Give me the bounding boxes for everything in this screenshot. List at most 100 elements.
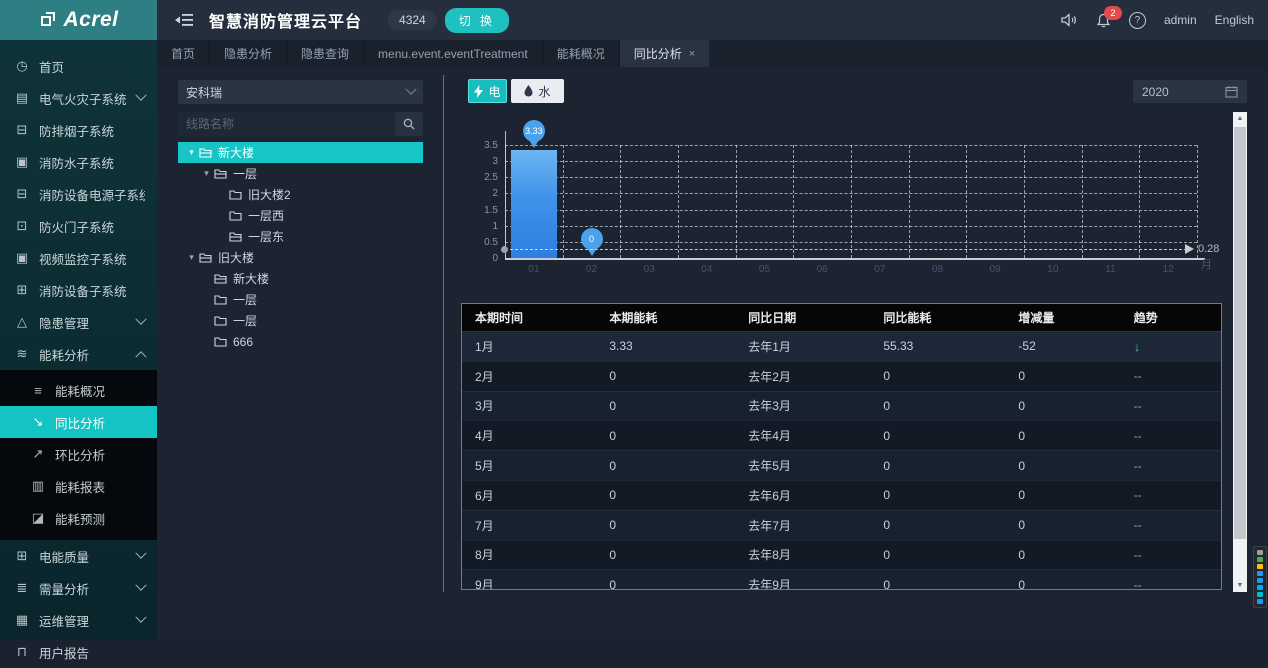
sidebar-item-防排烟子系统[interactable]: ⊟防排烟子系统 <box>0 114 157 146</box>
table-cell: 0 <box>870 459 1005 473</box>
folder-open-icon <box>199 147 212 158</box>
tree-node-666[interactable]: 666 <box>178 331 423 352</box>
search-input[interactable] <box>178 117 395 131</box>
language-switch[interactable]: English <box>1215 13 1254 27</box>
project-select[interactable]: 安科瑞 <box>178 80 423 104</box>
notification-count-badge: 2 <box>1104 6 1122 20</box>
column-header: 增减量 <box>1005 309 1120 326</box>
username[interactable]: admin <box>1164 13 1197 27</box>
indicator-dot <box>1257 550 1263 555</box>
sidebar-item-用户报告[interactable]: ⊓用户报告 <box>0 636 157 668</box>
tree-caret-icon[interactable]: ▾ <box>199 168 214 179</box>
table-row[interactable]: 6月0去年6月00-- <box>462 480 1221 510</box>
chart-gridline <box>966 145 967 258</box>
tab-隐患查询[interactable]: 隐患查询 <box>287 40 364 67</box>
collapse-sidebar-icon[interactable] <box>175 13 193 27</box>
forecast-icon: ◪ <box>30 510 46 526</box>
scrollbar-thumb[interactable] <box>1234 127 1246 539</box>
sidebar-item-电能质量[interactable]: ⊞电能质量 <box>0 540 157 572</box>
tree-node-一层西[interactable]: 一层西 <box>178 205 423 226</box>
sidebar-item-电气火灾子系统[interactable]: ▤电气火灾子系统 <box>0 82 157 114</box>
tab-能耗概况[interactable]: 能耗概况 <box>543 40 620 67</box>
sidebar-item-能耗报表[interactable]: ▥能耗报表 <box>0 470 157 502</box>
sidebar-item-label: 环比分析 <box>55 445 145 464</box>
tab-label: 隐患分析 <box>224 45 272 62</box>
sidebar-item-首页[interactable]: ◷首页 <box>0 50 157 82</box>
floating-indicator-widget[interactable] <box>1253 546 1267 608</box>
tab-label: 首页 <box>171 45 195 62</box>
close-tab-icon[interactable]: × <box>689 48 695 60</box>
sidebar-item-消防水子系统[interactable]: ▣消防水子系统 <box>0 146 157 178</box>
fire-water-icon: ▣ <box>14 154 30 170</box>
tab-同比分析[interactable]: 同比分析× <box>620 40 710 67</box>
tree-node-label: 一层 <box>233 312 257 329</box>
sidebar-item-能耗概况[interactable]: ≡能耗概况 <box>0 374 157 406</box>
tree-caret-icon[interactable]: ▾ <box>184 147 199 158</box>
tab-menu.event.eventTreatment[interactable]: menu.event.eventTreatment <box>364 40 543 67</box>
water-toggle-button[interactable]: 水 <box>511 79 564 103</box>
sidebar-item-防火门子系统[interactable]: ⊡防火门子系统 <box>0 210 157 242</box>
table-cell: 7月 <box>462 517 596 534</box>
chevron-down-icon <box>135 314 146 325</box>
year-picker[interactable]: 2020 <box>1133 80 1247 103</box>
table-row[interactable]: 7月0去年7月00-- <box>462 510 1221 540</box>
table-row[interactable]: 3月0去年3月00-- <box>462 391 1221 421</box>
sidebar-item-label: 用户报告 <box>39 643 145 662</box>
app-root: Acrel ◷首页▤电气火灾子系统⊟防排烟子系统▣消防水子系统⊟消防设备电源子系… <box>0 0 1268 640</box>
x-axis-tick: 01 <box>505 264 563 275</box>
vertical-scrollbar[interactable]: ▲ ▼ <box>1233 112 1247 592</box>
sidebar-item-消防设备电源子系统[interactable]: ⊟消防设备电源子系统 <box>0 178 157 210</box>
sidebar-item-视频监控子系统[interactable]: ▣视频监控子系统 <box>0 242 157 274</box>
table-row[interactable]: 9月0去年9月00-- <box>462 569 1221 590</box>
tree-node-一层[interactable]: 一层 <box>178 310 423 331</box>
electric-label: 电 <box>488 83 500 100</box>
tab-隐患分析[interactable]: 隐患分析 <box>210 40 287 67</box>
scroll-up-icon[interactable]: ▲ <box>1233 112 1247 125</box>
sidebar-item-同比分析[interactable]: ↘同比分析 <box>0 406 157 438</box>
folder-icon <box>229 210 242 221</box>
sidebar-item-运维管理[interactable]: ▦运维管理 <box>0 604 157 636</box>
sidebar-item-隐患管理[interactable]: △隐患管理 <box>0 306 157 338</box>
tree-node-新大楼[interactable]: ▾ 新大楼 <box>178 142 423 163</box>
notification-bell[interactable]: 2 <box>1096 13 1111 28</box>
electric-toggle-button[interactable]: 电 <box>468 79 507 103</box>
year-value: 2020 <box>1142 85 1169 99</box>
sidebar-item-环比分析[interactable]: ↗环比分析 <box>0 438 157 470</box>
tree-node-旧大楼2[interactable]: 旧大楼2 <box>178 184 423 205</box>
sidebar-item-能耗分析[interactable]: ≋能耗分析 <box>0 338 157 370</box>
table-row[interactable]: 8月0去年8月00-- <box>462 540 1221 570</box>
chart-bar[interactable] <box>511 150 557 258</box>
chart-gridline <box>678 145 679 258</box>
tree-node-旧大楼[interactable]: ▾旧大楼 <box>178 247 423 268</box>
table-row[interactable]: 4月0去年4月00-- <box>462 420 1221 450</box>
sidebar-item-需量分析[interactable]: ≣需量分析 <box>0 572 157 604</box>
sidebar-item-消防设备子系统[interactable]: ⊞消防设备子系统 <box>0 274 157 306</box>
tree-node-一层东[interactable]: 一层东 <box>178 226 423 247</box>
table-row[interactable]: 5月0去年5月00-- <box>462 450 1221 480</box>
fire-device-icon: ⊞ <box>14 282 30 298</box>
switch-button[interactable]: 切 换 <box>445 8 509 33</box>
tree-caret-icon[interactable]: ▾ <box>184 252 199 263</box>
table-cell: 0 <box>596 369 735 383</box>
help-icon[interactable]: ? <box>1129 12 1146 29</box>
tree-node-新大楼[interactable]: 新大楼 <box>178 268 423 289</box>
volume-icon[interactable] <box>1061 13 1078 27</box>
search-icon[interactable] <box>395 112 423 136</box>
table-cell: -52 <box>1005 339 1120 353</box>
tree-node-一层[interactable]: ▾一层 <box>178 163 423 184</box>
scroll-down-icon[interactable]: ▼ <box>1233 579 1247 592</box>
data-pin[interactable]: 3.33 <box>523 120 545 142</box>
table-row[interactable]: 1月3.33去年1月55.33-52↓ <box>462 331 1221 361</box>
table-cell: 1月 <box>462 338 596 355</box>
data-pin[interactable]: 0 <box>581 228 603 250</box>
table-header-row: 本期时间本期能耗同比日期同比能耗增减量趋势 <box>462 304 1221 331</box>
sidebar-item-能耗预测[interactable]: ◪能耗预测 <box>0 502 157 534</box>
table-cell: 4月 <box>462 427 596 444</box>
column-header: 同比日期 <box>735 309 870 326</box>
table-row[interactable]: 2月0去年2月00-- <box>462 361 1221 391</box>
sidebar-item-label: 同比分析 <box>55 413 145 432</box>
tab-首页[interactable]: 首页 <box>157 40 210 67</box>
y-axis-tick: 0 <box>464 253 498 264</box>
tree-node-label: 新大楼 <box>218 144 254 161</box>
tree-node-一层[interactable]: 一层 <box>178 289 423 310</box>
